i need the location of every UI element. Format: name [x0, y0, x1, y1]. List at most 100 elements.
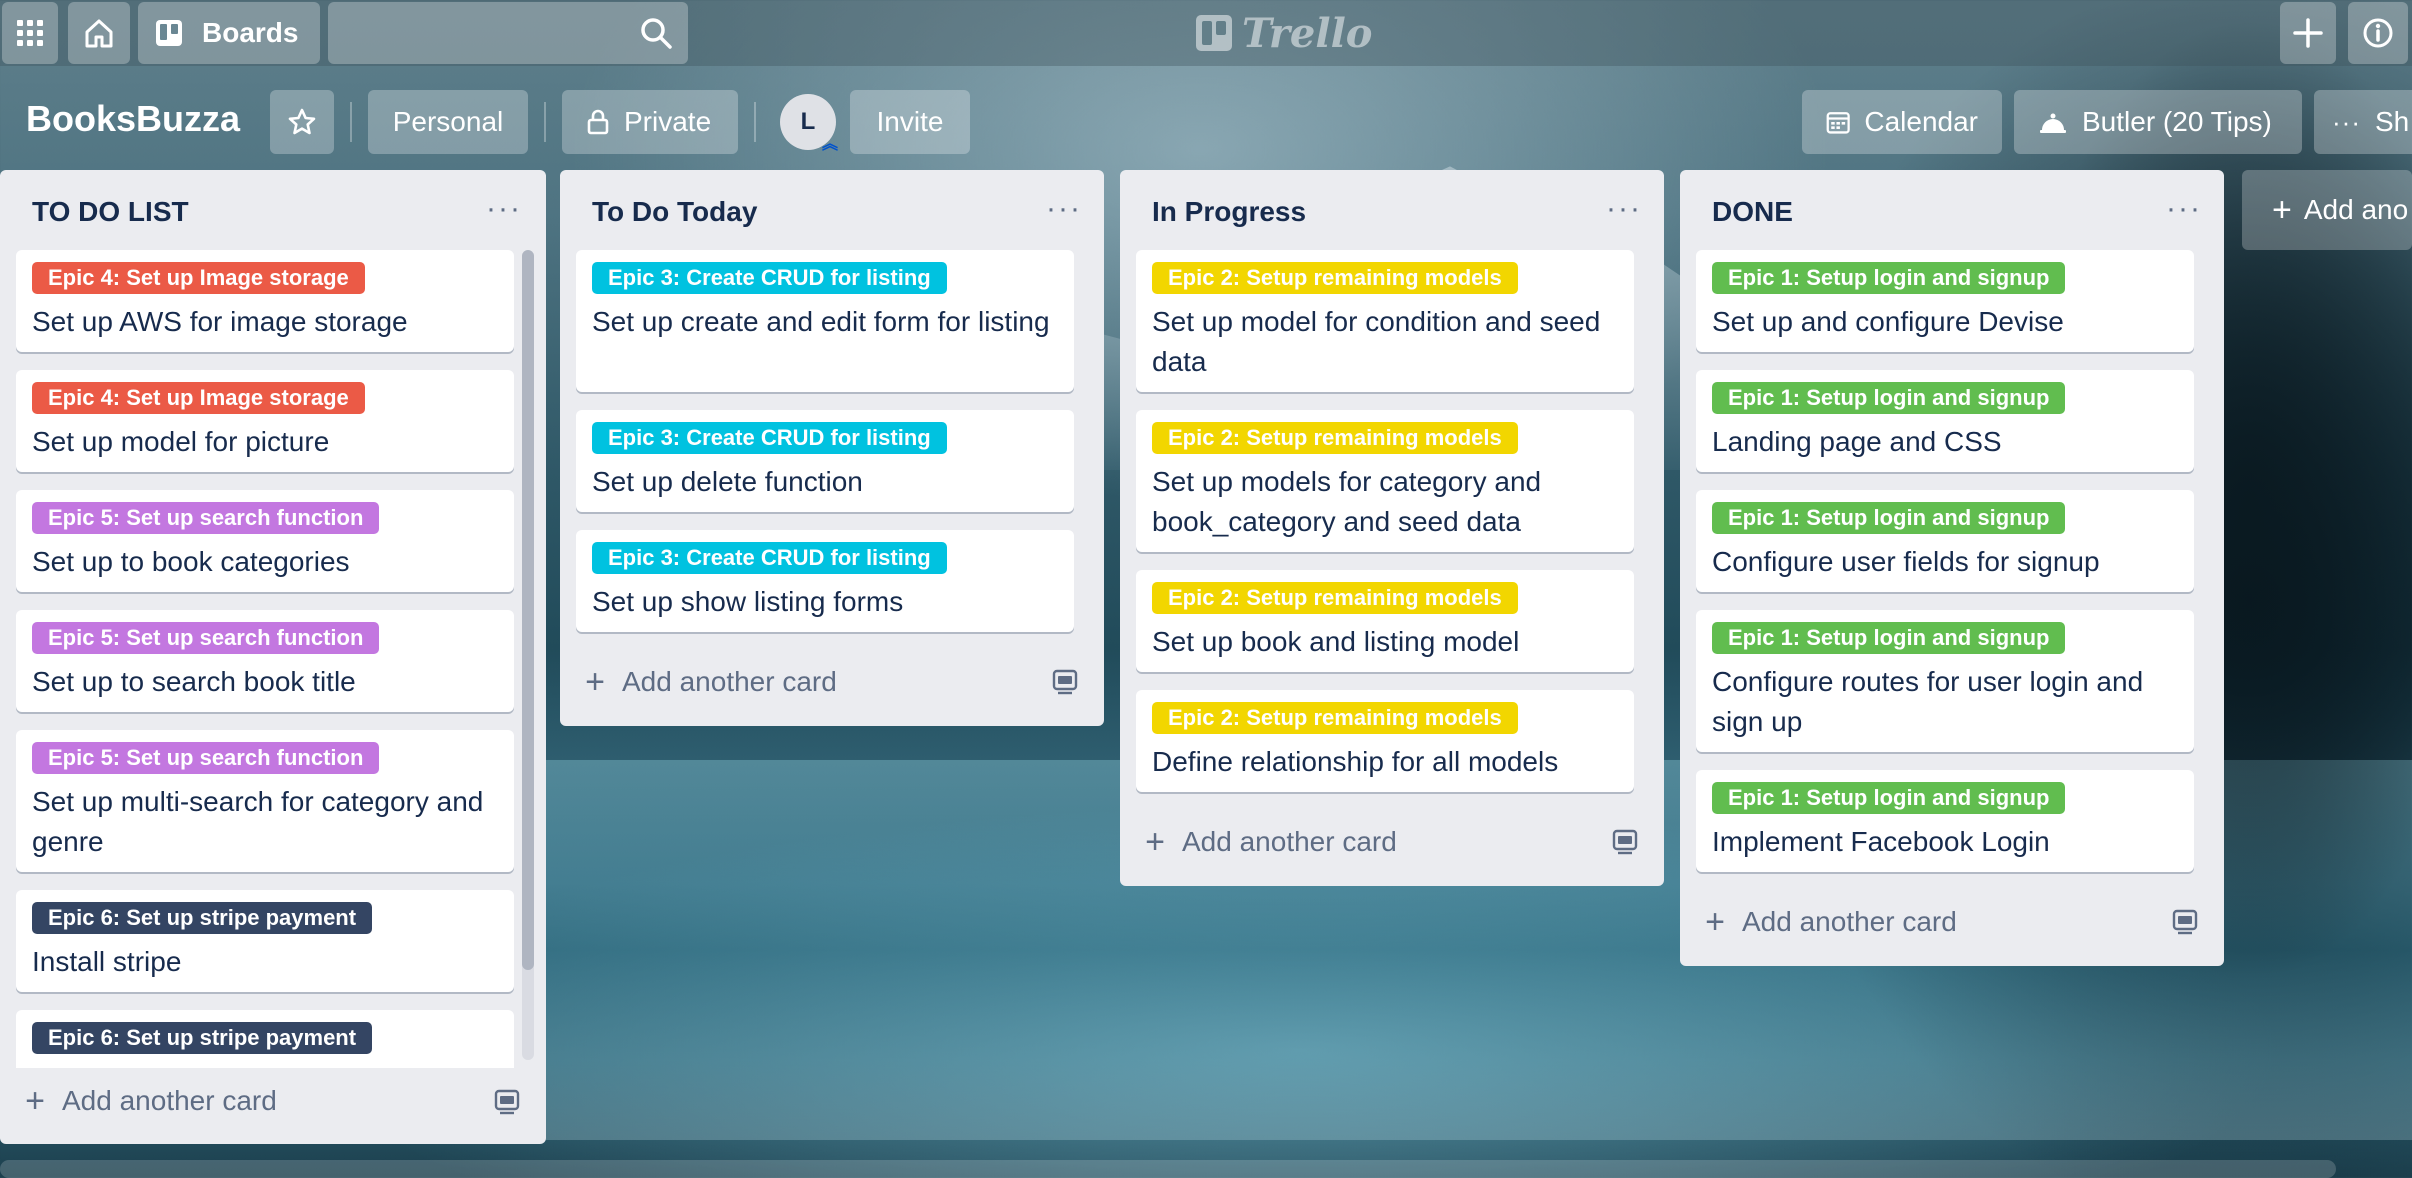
card-label: Epic 2: Setup remaining models — [1152, 422, 1518, 454]
list-scrollbar[interactable] — [522, 250, 534, 1060]
card-label: Epic 4: Set up Image storage — [32, 382, 365, 414]
header-divider — [754, 102, 756, 142]
create-button[interactable] — [2280, 2, 2336, 64]
card[interactable]: Epic 1: Setup login and signup Set up an… — [1696, 250, 2194, 352]
card[interactable]: Epic 4: Set up Image storage Set up AWS … — [16, 250, 514, 352]
member-avatar[interactable]: L ︽ — [780, 94, 838, 153]
list-title[interactable]: DONE — [1712, 196, 1793, 228]
card[interactable]: Epic 2: Setup remaining models Set up mo… — [1136, 250, 1634, 392]
apps-menu-button[interactable] — [2, 2, 58, 64]
board-title[interactable]: BooksBuzza — [26, 98, 240, 140]
add-card-button[interactable]: + Add another card — [20, 1074, 520, 1128]
card-label: Epic 1: Setup login and signup — [1712, 502, 2066, 534]
list-done[interactable]: DONE ··· Epic 1: Setup login and signup … — [1680, 170, 2224, 966]
card[interactable]: Epic 2: Setup remaining models Set up mo… — [1136, 410, 1634, 552]
card[interactable]: Epic 3: Create CRUD for listing Set up s… — [576, 530, 1074, 632]
board-icon — [156, 20, 182, 46]
list-to-do-today[interactable]: To Do Today ··· Epic 3: Create CRUD for … — [560, 170, 1104, 726]
card-label: Epic 3: Create CRUD for listing — [592, 262, 947, 294]
list-menu-icon[interactable]: ··· — [1046, 192, 1082, 226]
card-template-icon[interactable] — [1050, 667, 1080, 697]
scrollbar-thumb[interactable] — [522, 250, 534, 970]
card-title: Landing page and CSS — [1712, 426, 2002, 457]
trello-logo[interactable]: Trello — [1196, 10, 1372, 57]
search-input[interactable] — [328, 2, 688, 64]
add-card-button[interactable]: + Add another card — [1140, 815, 1640, 869]
card[interactable]: Epic 4: Set up Image storage Set up mode… — [16, 370, 514, 472]
card-title: Set up delete function — [592, 466, 863, 497]
butler-button[interactable]: Butler (20 Tips) — [2014, 90, 2302, 154]
butler-bell-icon — [2040, 113, 2066, 133]
home-button[interactable] — [68, 2, 130, 64]
card-label: Epic 3: Create CRUD for listing — [592, 542, 947, 574]
list-title[interactable]: TO DO LIST — [32, 196, 189, 228]
team-visibility-button[interactable]: Personal — [368, 90, 528, 154]
card-title: Implement Facebook Login — [1712, 826, 2050, 857]
card-label: Epic 5: Set up search function — [32, 622, 380, 654]
card-label: Epic 6: Set up stripe payment — [32, 902, 373, 934]
add-card-button[interactable]: + Add another card — [1700, 895, 2200, 949]
plus-icon: + — [25, 1081, 45, 1120]
card-template-icon[interactable] — [492, 1087, 522, 1117]
privacy-button[interactable]: Private — [562, 90, 738, 154]
card-template-icon[interactable] — [2170, 907, 2200, 937]
card-title: Set up model for condition and seed data — [1152, 306, 1601, 377]
card-template-icon[interactable] — [1610, 827, 1640, 857]
card-title: Set up book and listing model — [1152, 626, 1520, 657]
card[interactable]: Epic 1: Setup login and signup Configure… — [1696, 490, 2194, 592]
admin-chevron-icon: ︽ — [821, 136, 838, 153]
card[interactable]: Epic 5: Set up search function Set up to… — [16, 610, 514, 712]
list-title[interactable]: In Progress — [1152, 196, 1306, 228]
butler-label: Butler (20 Tips) — [2082, 106, 2272, 137]
add-card-button[interactable]: + Add another card — [580, 655, 1080, 709]
card-title: Set up show listing forms — [592, 586, 904, 617]
calendar-button[interactable]: Calendar — [1802, 90, 2002, 154]
show-menu-button[interactable]: ··· Sh — [2314, 90, 2412, 154]
list-header: To Do Today ··· — [560, 170, 1104, 250]
add-card-label: Add another card — [1182, 826, 1397, 857]
card[interactable]: Epic 2: Setup remaining models Define re… — [1136, 690, 1634, 792]
top-nav-bar: Boards Trello — [0, 0, 2412, 66]
list-menu-icon[interactable]: ··· — [486, 192, 522, 226]
add-card-label: Add another card — [62, 1085, 277, 1116]
card-title: Set up create and edit form for listing — [592, 306, 1050, 337]
card[interactable]: Epic 5: Set up search function Set up to… — [16, 490, 514, 592]
private-label: Private — [624, 106, 712, 137]
boards-button[interactable]: Boards — [138, 2, 320, 64]
avatar-initial: L — [800, 108, 816, 135]
add-list-label: Add ano — [2303, 194, 2409, 225]
add-list-button[interactable]: + Add ano — [2242, 170, 2412, 250]
list-todo[interactable]: TO DO LIST ··· Epic 4: Set up Image stor… — [0, 170, 546, 1144]
lock-icon — [587, 109, 609, 135]
card[interactable]: Epic 1: Setup login and signup Implement… — [1696, 770, 2194, 872]
info-button[interactable] — [2348, 2, 2408, 64]
board-horizontal-scrollbar[interactable] — [0, 1160, 2336, 1178]
card[interactable]: Epic 3: Create CRUD for listing Set up d… — [576, 410, 1074, 512]
grid-icon — [17, 20, 43, 46]
card[interactable]: Epic 6: Set up stripe payment Install st… — [16, 890, 514, 992]
list-menu-icon[interactable]: ··· — [1606, 192, 1642, 226]
card-label: Epic 4: Set up Image storage — [32, 262, 365, 294]
invite-button[interactable]: Invite — [850, 90, 970, 154]
card[interactable]: Epic 1: Setup login and signup Configure… — [1696, 610, 2194, 752]
calendar-label: Calendar — [1864, 106, 1978, 137]
card-label: Epic 6: Set up stripe payment — [32, 1022, 373, 1054]
card-label: Epic 5: Set up search function — [32, 502, 380, 534]
card[interactable]: Epic 6: Set up stripe payment — [16, 1010, 514, 1068]
card-label: Epic 1: Setup login and signup — [1712, 782, 2066, 814]
card[interactable]: Epic 1: Setup login and signup Landing p… — [1696, 370, 2194, 472]
calendar-icon — [1826, 112, 1850, 134]
list-title[interactable]: To Do Today — [592, 196, 757, 228]
card-label: Epic 2: Setup remaining models — [1152, 582, 1518, 614]
card-title: Configure user fields for signup — [1712, 546, 2100, 577]
add-card-label: Add another card — [622, 666, 837, 697]
list-in-progress[interactable]: In Progress ··· Epic 2: Setup remaining … — [1120, 170, 1664, 886]
card[interactable]: Epic 3: Create CRUD for listing Set up c… — [576, 250, 1074, 392]
card[interactable]: Epic 5: Set up search function Set up mu… — [16, 730, 514, 872]
list-menu-icon[interactable]: ··· — [2166, 192, 2202, 226]
star-board-button[interactable] — [270, 90, 334, 154]
list-header: DONE ··· — [1680, 170, 2224, 250]
star-icon — [288, 108, 316, 135]
list-header: TO DO LIST ··· — [0, 170, 544, 250]
card[interactable]: Epic 2: Setup remaining models Set up bo… — [1136, 570, 1634, 672]
